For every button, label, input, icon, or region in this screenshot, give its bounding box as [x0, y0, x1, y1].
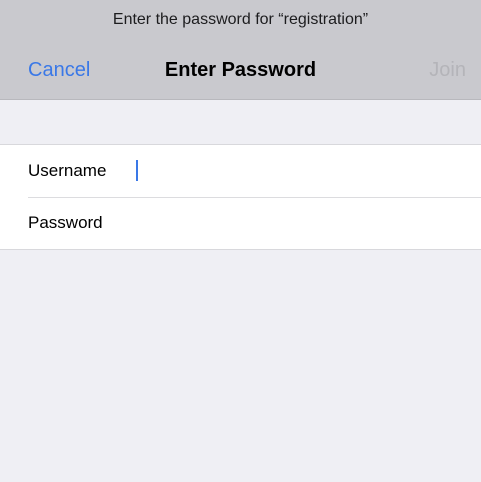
password-label: Password [28, 213, 103, 232]
username-row: Username [0, 145, 481, 197]
password-prompt: Enter the password for “registration” [112, 11, 369, 28]
join-button[interactable]: Join [429, 59, 466, 82]
text-cursor [136, 160, 138, 181]
username-label: Username [28, 161, 107, 180]
dialog-header: Enter the password for “registration” Ca… [0, 0, 481, 100]
password-field[interactable] [130, 209, 460, 237]
cancel-button[interactable]: Cancel [28, 59, 90, 82]
nav-bar: Cancel Enter Password Join [0, 56, 481, 90]
password-dialog: Enter the password for “registration” Ca… [0, 0, 481, 482]
credentials-form: Username Password [0, 144, 481, 250]
password-row: Password [0, 197, 481, 249]
username-field[interactable] [130, 157, 460, 185]
